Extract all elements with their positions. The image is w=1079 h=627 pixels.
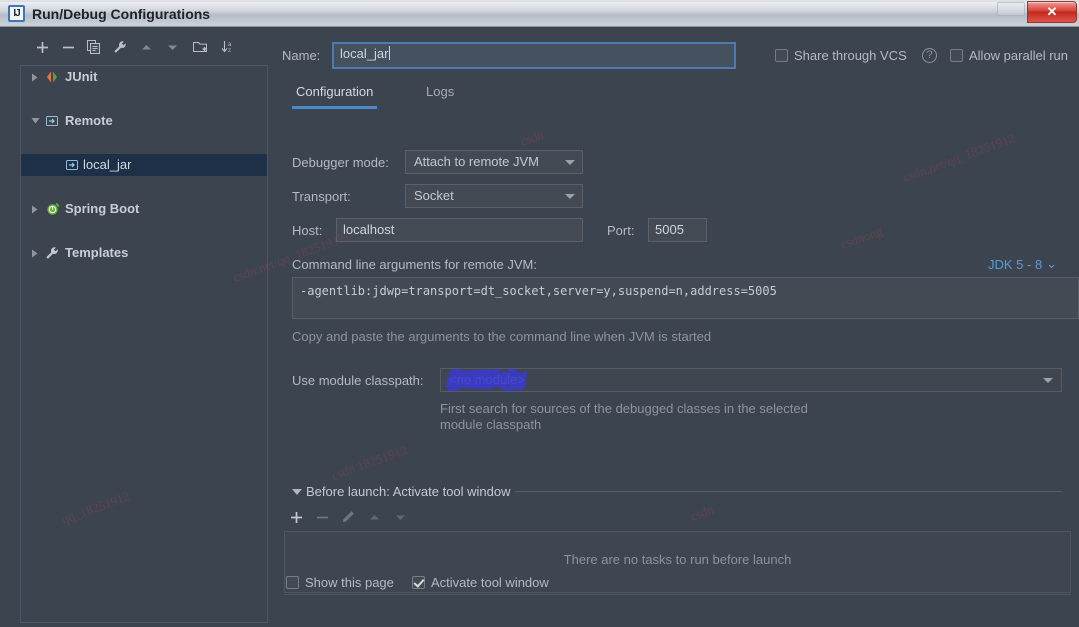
run-debug-configurations-dialog: IJ Run/Debug Configurations ✕ [0,0,1079,627]
configuration-panel: Name: local_jar Share through VCS ? Allo… [270,27,1079,627]
chevron-down-icon[interactable] [292,489,302,495]
remote-icon [45,110,59,132]
chevron-right-icon[interactable] [29,198,41,220]
move-task-down-button[interactable] [388,505,412,529]
jdk-version-selector[interactable]: JDK 5 - 8 ⌄ [988,257,1057,273]
activate-tool-window-label: Activate tool window [431,573,549,593]
wrench-icon [45,242,59,264]
chevron-down-icon [1043,378,1053,383]
module-classpath-select[interactable]: <no module> [440,368,1062,392]
port-label: Port: [607,223,634,238]
copy-configuration-button[interactable] [82,35,106,59]
chevron-down-icon: ⌄ [1046,256,1057,272]
question-mark-icon[interactable]: ? [922,48,937,63]
checkbox-box [412,576,425,589]
tree-item-label: local_jar [83,154,131,176]
port-input-value: 5005 [655,222,684,237]
remove-task-button[interactable] [310,505,334,529]
module-classpath-value: <no module> [449,372,525,387]
chevron-right-icon[interactable] [29,242,41,264]
before-launch-toolbar [284,505,584,529]
host-input[interactable]: localhost [336,218,583,242]
share-through-vcs-label: Share through VCS [794,46,907,66]
dialog-title: Run/Debug Configurations [32,4,210,24]
tab-logs[interactable]: Logs [422,79,458,107]
transport-select[interactable]: Socket [405,184,583,208]
chevron-down-icon[interactable] [29,110,41,132]
checkbox-box [286,576,299,589]
jdk-version-label: JDK 5 - 8 [988,257,1042,272]
edit-task-button[interactable] [336,505,360,529]
dialog-titlebar: IJ Run/Debug Configurations ✕ [0,0,1079,27]
dialog-body: a z JUnit [0,27,1079,627]
host-label: Host: [292,223,322,238]
text-caret [389,46,390,60]
remove-configuration-button[interactable] [56,35,80,59]
tree-item-spring-boot[interactable]: Spring Boot [21,198,267,220]
debugger-mode-value: Attach to remote JVM [414,154,539,169]
tree-item-label: Spring Boot [65,198,139,220]
transport-label: Transport: [292,189,351,204]
svg-text:z: z [228,48,231,54]
before-launch-header[interactable]: Before launch: Activate tool window [292,482,1062,502]
configurations-toolbar: a z [22,35,272,61]
configuration-tabs: Configuration Logs [292,79,1062,109]
new-folder-button[interactable] [188,35,212,59]
junit-icon [45,66,59,88]
command-line-args-label: Command line arguments for remote JVM: [292,257,537,272]
allow-parallel-run-label: Allow parallel run [969,46,1068,66]
intellij-idea-icon: IJ [8,5,25,22]
add-task-button[interactable] [284,505,308,529]
add-configuration-button[interactable] [30,35,54,59]
chevron-down-icon [565,194,575,199]
module-classpath-hint-line2: module classpath [440,417,541,432]
command-line-args-value: -agentlib:jdwp=transport=dt_socket,serve… [300,284,777,298]
tree-item-junit[interactable]: JUnit [21,66,267,88]
name-input-value: local_jar [340,46,388,61]
move-up-button[interactable] [134,35,158,59]
tree-item-remote[interactable]: Remote [21,110,267,132]
tree-item-label: JUnit [65,66,98,88]
sort-configurations-button[interactable]: a z [216,35,240,59]
name-label: Name: [282,48,320,63]
checkbox-box [775,49,788,62]
checkbox-box [950,49,963,62]
tree-item-label: Remote [65,110,113,132]
tab-configuration[interactable]: Configuration [292,79,377,107]
command-line-args-hint: Copy and paste the arguments to the comm… [292,329,711,344]
command-line-args-textarea[interactable]: -agentlib:jdwp=transport=dt_socket,serve… [292,277,1079,319]
maximize-button[interactable] [997,2,1025,16]
debugger-mode-label: Debugger mode: [292,155,389,170]
move-task-up-button[interactable] [362,505,386,529]
host-input-value: localhost [343,222,394,237]
debugger-mode-select[interactable]: Attach to remote JVM [405,150,583,174]
name-input[interactable]: local_jar [332,42,736,69]
move-down-button[interactable] [160,35,184,59]
tree-item-templates[interactable]: Templates [21,242,267,264]
chevron-down-icon [565,160,575,165]
before-launch-empty-message: There are no tasks to run before launch [285,552,1070,567]
module-classpath-label: Use module classpath: [292,373,424,388]
transport-value: Socket [414,188,454,203]
before-launch-task-list[interactable]: There are no tasks to run before launch [284,531,1071,593]
port-input[interactable]: 5005 [648,218,707,242]
before-launch-divider [515,491,1062,492]
configurations-tree[interactable]: JUnit Remote [20,65,268,623]
close-button[interactable]: ✕ [1027,1,1077,23]
spring-boot-icon [45,198,60,220]
tree-item-local-jar[interactable]: local_jar [21,154,267,176]
tree-item-label: Templates [65,242,128,264]
show-this-page-label: Show this page [305,573,394,593]
before-launch-title: Before launch: Activate tool window [306,482,511,502]
module-classpath-hint-line1: First search for sources of the debugged… [440,401,808,416]
chevron-right-icon[interactable] [29,66,41,88]
bottom-divider [284,594,1071,595]
edit-templates-button[interactable] [108,35,132,59]
remote-icon [65,154,79,176]
